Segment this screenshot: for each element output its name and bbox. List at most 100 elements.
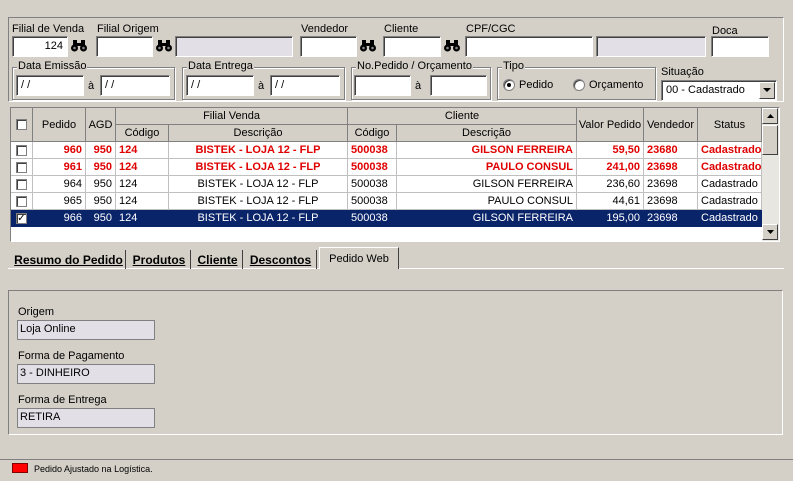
- tab-descontos-label: Descontos: [249, 252, 312, 267]
- tab-cliente[interactable]: Cliente: [193, 250, 243, 269]
- data-emissao-to-input[interactable]: / /: [100, 75, 170, 96]
- row-checkbox[interactable]: [16, 162, 27, 173]
- tab-descontos[interactable]: Descontos: [245, 250, 317, 269]
- row-checkbox-cell: [11, 193, 33, 210]
- header-filial-codigo[interactable]: Código: [116, 125, 169, 142]
- tab-resumo-label: Resumo do Pedido: [14, 252, 123, 267]
- status-separator: [0, 459, 793, 460]
- header-cliente-codigo[interactable]: Código: [348, 125, 397, 142]
- origem-label: Origem: [18, 306, 55, 318]
- cell-pedido: 966: [33, 210, 86, 227]
- cell-cli-desc: GILSON FERREIRA: [397, 210, 577, 227]
- cell-cli-desc: GILSON FERREIRA: [397, 176, 577, 193]
- cell-valor: 59,50: [577, 142, 644, 159]
- tipo-pedido-label[interactable]: Pedido: [519, 79, 553, 91]
- cliente-input[interactable]: [383, 36, 441, 57]
- header-cliente-descricao[interactable]: Descrição: [397, 125, 577, 142]
- cell-fil-cod: 124: [116, 210, 169, 227]
- tab-pedido-web[interactable]: Pedido Web: [319, 247, 399, 269]
- pedido-to-input[interactable]: [430, 75, 487, 96]
- scroll-up-icon[interactable]: [762, 108, 778, 124]
- tipo-label: Tipo: [502, 60, 525, 72]
- filial-venda-input[interactable]: 124: [12, 36, 68, 57]
- situacao-label: Situação: [661, 66, 704, 78]
- cell-fil-cod: 124: [116, 142, 169, 159]
- row-checkbox[interactable]: [16, 145, 27, 156]
- data-entrega-from-input[interactable]: / /: [186, 75, 254, 96]
- cell-pedido: 964: [33, 176, 86, 193]
- table-row[interactable]: 964 950 124 BISTEK - LOJA 12 - FLP 500038 GIL…: [11, 176, 763, 193]
- filial-origem-search-icon[interactable]: [154, 36, 174, 56]
- grid-scrollbar[interactable]: [762, 108, 779, 241]
- cell-agd: 950: [86, 193, 116, 210]
- data-emissao-from-input[interactable]: / /: [16, 75, 84, 96]
- situacao-dropdown-icon[interactable]: [759, 82, 775, 99]
- cell-fil-desc: BISTEK - LOJA 12 - FLP: [169, 142, 348, 159]
- cell-cli-cod: 500038: [348, 159, 397, 176]
- forma-entrega-field: RETIRA: [17, 408, 155, 428]
- cell-fil-desc: BISTEK - LOJA 12 - FLP: [169, 210, 348, 227]
- filial-venda-search-icon[interactable]: [69, 36, 89, 56]
- pedido-separator: à: [415, 80, 422, 92]
- vendedor-input[interactable]: [300, 36, 357, 57]
- table-row[interactable]: 961 950 124 BISTEK - LOJA 12 - FLP 500038 PAU…: [11, 159, 763, 176]
- tipo-orcamento-radio[interactable]: [573, 79, 585, 91]
- row-checkbox[interactable]: ✓: [16, 213, 27, 224]
- data-entrega-label: Data Entrega: [187, 60, 254, 72]
- cell-vendedor: 23698: [644, 193, 698, 210]
- cpf-cgc-description: [596, 36, 706, 57]
- cell-pedido: 965: [33, 193, 86, 210]
- cpf-cgc-input[interactable]: [465, 36, 593, 57]
- cell-valor: 44,61: [577, 193, 644, 210]
- scroll-down-icon[interactable]: [762, 224, 778, 240]
- cell-cli-desc: GILSON FERREIRA: [397, 142, 577, 159]
- header-status[interactable]: Status: [698, 108, 762, 142]
- cell-cli-cod: 500038: [348, 193, 397, 210]
- tab-produtos-label: Produtos: [132, 252, 186, 267]
- header-cliente: Cliente: [348, 108, 577, 125]
- row-checkbox-cell: [11, 159, 33, 176]
- cliente-label: Cliente: [384, 23, 419, 35]
- cell-status: Cadastrado: [698, 159, 762, 176]
- cliente-search-icon[interactable]: [442, 36, 462, 56]
- select-all-checkbox[interactable]: [16, 119, 27, 130]
- cell-pedido: 960: [33, 142, 86, 159]
- tipo-orcamento-label[interactable]: Orçamento: [589, 79, 643, 91]
- header-vendedor[interactable]: Vendedor: [644, 108, 698, 142]
- header-agd[interactable]: AGD: [86, 108, 116, 142]
- cell-vendedor: 23698: [644, 176, 698, 193]
- filial-venda-label: Filial de Venda: [12, 23, 85, 35]
- cell-valor: 195,00: [577, 210, 644, 227]
- pedido-from-input[interactable]: [354, 75, 411, 96]
- table-row[interactable]: 960 950 124 BISTEK - LOJA 12 - FLP 500038 GIL…: [11, 142, 763, 159]
- row-checkbox[interactable]: [16, 196, 27, 207]
- tab-produtos[interactable]: Produtos: [128, 250, 191, 269]
- filial-origem-input[interactable]: [96, 36, 153, 57]
- table-row[interactable]: 965 950 124 BISTEK - LOJA 12 - FLP 500038 PAU…: [11, 193, 763, 210]
- scroll-thumb[interactable]: [762, 125, 778, 155]
- data-entrega-separator: à: [258, 80, 265, 92]
- cell-valor: 241,00: [577, 159, 644, 176]
- vendedor-search-icon[interactable]: [358, 36, 378, 56]
- tipo-pedido-radio[interactable]: [503, 79, 515, 91]
- row-checkbox[interactable]: [16, 179, 27, 190]
- tab-resumo-do-pedido[interactable]: Resumo do Pedido: [12, 250, 126, 269]
- legend-text: Pedido Ajustado na Logística.: [34, 464, 153, 474]
- cell-fil-cod: 124: [116, 193, 169, 210]
- data-entrega-to-input[interactable]: / /: [270, 75, 340, 96]
- data-emissao-label: Data Emissão: [17, 60, 88, 72]
- legend-color-swatch: [12, 463, 28, 473]
- forma-entrega-label: Forma de Entrega: [18, 394, 107, 406]
- doca-input[interactable]: [711, 36, 769, 57]
- header-pedido[interactable]: Pedido: [33, 108, 86, 142]
- row-checkbox-cell: [11, 142, 33, 159]
- cell-cli-cod: 500038: [348, 210, 397, 227]
- vendedor-label: Vendedor: [301, 23, 349, 35]
- header-valor-pedido[interactable]: Valor Pedido: [577, 108, 644, 142]
- table-row[interactable]: ✓ 966 950 124 BISTEK - LOJA 12 - FLP 500038 GI…: [11, 210, 763, 227]
- cell-fil-desc: BISTEK - LOJA 12 - FLP: [169, 159, 348, 176]
- cell-pedido: 961: [33, 159, 86, 176]
- header-filial-descricao[interactable]: Descrição: [169, 125, 348, 142]
- cell-valor: 236,60: [577, 176, 644, 193]
- tab-pedido-web-label: Pedido Web: [329, 252, 389, 265]
